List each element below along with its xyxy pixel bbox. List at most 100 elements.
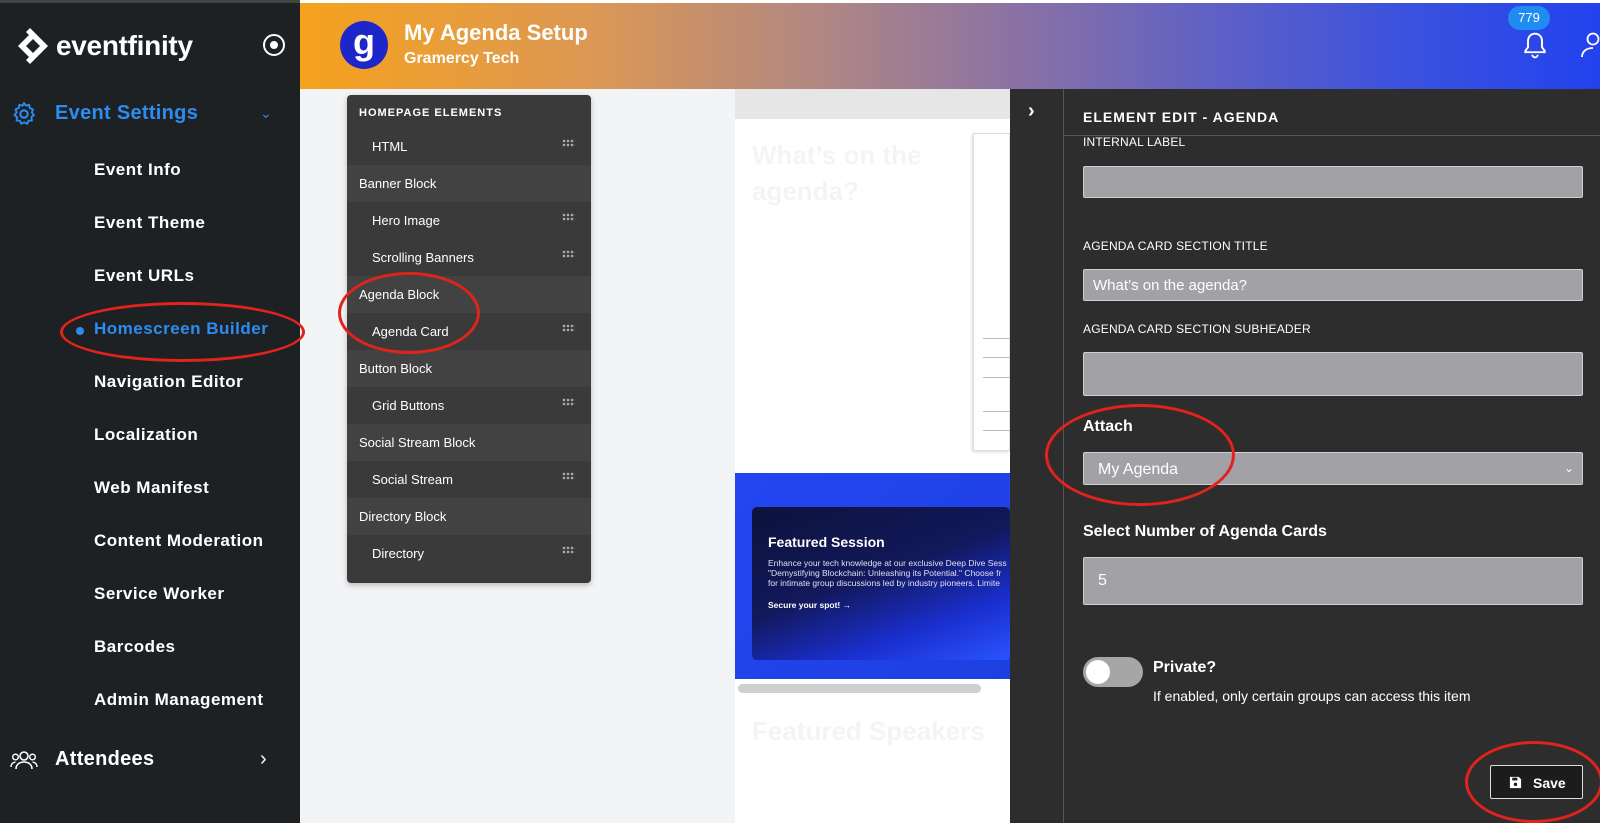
attach-select[interactable]: My Agenda ⌄ — [1083, 452, 1583, 485]
element-label: Button Block — [359, 361, 432, 376]
chevron-down-icon: ⌄ — [260, 104, 272, 121]
drag-handle-icon[interactable] — [562, 398, 575, 406]
brand-logo[interactable]: eventfinity — [10, 24, 193, 68]
attach-label: Attach — [1083, 418, 1133, 435]
edit-panel-title: ELEMENT EDIT - AGENDA — [1083, 109, 1280, 125]
active-indicator-dot — [76, 327, 84, 335]
section-subheader-label: AGENDA CARD SECTION SUBHEADER — [1083, 322, 1311, 336]
drag-handle-icon[interactable] — [562, 324, 575, 332]
sidebar-item-event-theme[interactable]: Event Theme — [94, 213, 205, 233]
element-block-banner[interactable]: Banner Block — [347, 165, 591, 202]
sidebar-item-navigation-editor[interactable]: Navigation Editor — [94, 372, 243, 392]
element-label: Grid Buttons — [372, 398, 445, 413]
private-description: If enabled, only certain groups can acce… — [1153, 688, 1471, 704]
section-subheader-textarea[interactable] — [1084, 353, 1582, 395]
preview-top-bar — [735, 89, 1010, 119]
bell-icon[interactable] — [1522, 31, 1548, 59]
brand-name: eventfinity — [56, 30, 193, 61]
preview-card-line — [983, 430, 1010, 431]
sidebar-section-attendees[interactable]: Attendees › — [0, 737, 300, 781]
preview-agenda-heading: What’s on the agenda? — [752, 140, 922, 206]
app-header — [300, 3, 1600, 89]
private-toggle[interactable] — [1083, 657, 1143, 687]
preview-scrollbar[interactable] — [738, 684, 981, 693]
preview-speakers-heading: Featured Speakers — [752, 716, 985, 746]
element-grid-buttons[interactable]: Grid Buttons — [347, 387, 591, 424]
panel-header: HOMEPAGE ELEMENTS — [359, 107, 503, 119]
preview-card-line — [983, 338, 1010, 339]
element-label: Social Stream Block — [359, 435, 476, 450]
agenda-cards-count-label: Select Number of Agenda Cards — [1083, 523, 1327, 540]
org-name: Gramercy Tech — [404, 50, 520, 67]
element-label: Agenda Block — [359, 287, 440, 302]
page-title: My Agenda Setup — [404, 20, 588, 45]
preview-card-line — [983, 411, 1010, 412]
save-button[interactable]: Save — [1490, 765, 1583, 799]
element-hero-image[interactable]: Hero Image — [347, 202, 591, 239]
save-button-label: Save — [1533, 775, 1566, 791]
floppy-disk-icon — [1509, 776, 1522, 789]
secure-spot-link[interactable]: Secure your spot! → — [768, 600, 851, 610]
notification-badge: 779 — [1508, 6, 1550, 30]
drag-handle-icon[interactable] — [562, 546, 575, 554]
users-icon — [10, 751, 38, 770]
chevron-right-icon: › — [260, 747, 267, 770]
sidebar-item-content-moderation[interactable]: Content Moderation — [94, 531, 264, 551]
element-block-button[interactable]: Button Block — [347, 350, 591, 387]
element-label: Banner Block — [359, 176, 437, 191]
drag-handle-icon[interactable] — [562, 250, 575, 258]
org-avatar[interactable]: g — [340, 21, 388, 69]
internal-label-input[interactable] — [1083, 166, 1583, 198]
sidebar-section-event-settings[interactable]: Event Settings ⌄ — [0, 91, 300, 135]
element-directory[interactable]: Directory — [347, 535, 591, 572]
sidebar-item-event-info[interactable]: Event Info — [94, 160, 181, 180]
chevron-down-icon: ⌄ — [1563, 461, 1574, 475]
sidebar-item-event-urls[interactable]: Event URLs — [94, 266, 194, 286]
sidebar-item-web-manifest[interactable]: Web Manifest — [94, 478, 209, 498]
drag-handle-icon[interactable] — [562, 472, 575, 480]
homepage-elements-panel: HOMEPAGE ELEMENTS HTML Banner Block Hero… — [347, 95, 591, 583]
user-icon[interactable] — [1578, 30, 1600, 58]
element-block-directory[interactable]: Directory Block — [347, 498, 591, 535]
preview-agenda-card — [973, 133, 1010, 451]
element-label: HTML — [372, 139, 408, 154]
element-label: Social Stream — [372, 472, 453, 487]
element-agenda-card[interactable]: Agenda Card — [347, 313, 591, 350]
sidebar-item-localization[interactable]: Localization — [94, 425, 198, 445]
element-block-agenda[interactable]: Agenda Block — [347, 276, 591, 313]
gear-icon — [13, 101, 35, 125]
sidebar-item-service-worker[interactable]: Service Worker — [94, 584, 224, 604]
preview-card-line — [983, 357, 1010, 358]
element-label: Scrolling Banners — [372, 250, 474, 265]
element-scrolling-banners[interactable]: Scrolling Banners — [347, 239, 591, 276]
sidebar-item-homescreen-builder[interactable]: Homescreen Builder — [94, 319, 268, 339]
target-icon[interactable] — [263, 34, 285, 56]
agenda-cards-count-value: 5 — [1098, 572, 1107, 589]
section-title-label: AGENDA CARD SECTION TITLE — [1083, 239, 1268, 253]
agenda-cards-count-input[interactable]: 5 — [1083, 557, 1583, 605]
element-label: Directory Block — [359, 509, 447, 524]
chevron-right-icon[interactable]: › — [1028, 100, 1035, 123]
element-html[interactable]: HTML — [347, 128, 591, 165]
element-label: Directory — [372, 546, 425, 561]
sidebar: eventfinity Event Settings ⌄ Event Info … — [0, 0, 300, 823]
featured-session-title: Featured Session — [768, 534, 885, 550]
element-label: Agenda Card — [372, 324, 449, 339]
attach-selected-value: My Agenda — [1098, 461, 1179, 478]
featured-session-description: Enhance your tech knowledge at our exclu… — [768, 558, 1007, 588]
sidebar-section-label: Event Settings — [55, 101, 199, 124]
element-block-social-stream[interactable]: Social Stream Block — [347, 424, 591, 461]
preview-card-line — [983, 377, 1010, 378]
sidebar-item-admin-management[interactable]: Admin Management — [94, 690, 264, 710]
private-label: Private? — [1153, 659, 1217, 676]
featured-session-card[interactable]: Featured Session Enhance your tech knowl… — [752, 507, 1010, 660]
edit-panel-gutter — [1010, 89, 1064, 823]
element-social-stream[interactable]: Social Stream — [347, 461, 591, 498]
drag-handle-icon[interactable] — [562, 213, 575, 221]
sidebar-section-label: Attendees — [55, 747, 155, 770]
element-label: Hero Image — [372, 213, 440, 228]
section-title-input[interactable] — [1083, 269, 1583, 301]
drag-handle-icon[interactable] — [562, 139, 575, 147]
sidebar-item-barcodes[interactable]: Barcodes — [94, 637, 175, 657]
section-subheader-field[interactable] — [1083, 352, 1583, 396]
